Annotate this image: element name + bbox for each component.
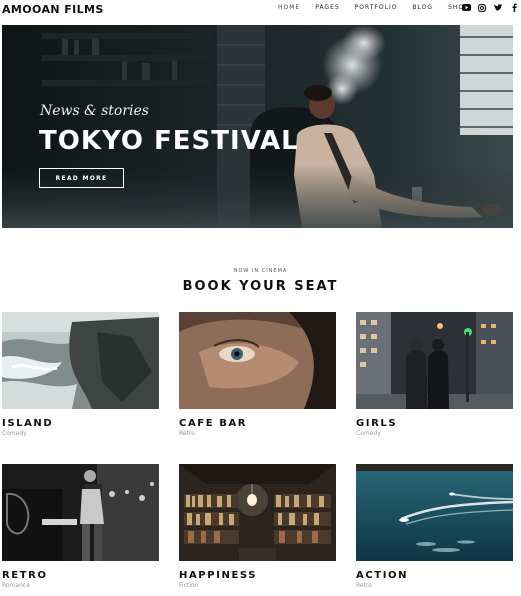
section-title: BOOK YOUR SEAT: [182, 279, 339, 294]
hero-title: TOKYO FESTIVAL: [39, 126, 299, 156]
read-more-button[interactable]: READ MORE: [39, 168, 124, 188]
movie-genre: Fiction: [179, 582, 199, 589]
movie-genre: Romance: [2, 582, 30, 589]
header: AMOOAN FILMS HOME PAGES PORTFOLIO BLOG S…: [0, 0, 521, 18]
movie-card-island[interactable]: ISLAND Comedy: [2, 312, 159, 437]
social-links: [461, 3, 521, 12]
movie-genre: Retro: [179, 430, 195, 437]
instagram-icon[interactable]: [477, 3, 487, 12]
twitter-icon[interactable]: [493, 3, 503, 12]
youtube-icon[interactable]: [461, 3, 471, 12]
movie-title[interactable]: ISLAND: [2, 418, 159, 429]
hero-subtitle: News & stories: [40, 103, 149, 119]
site-logo[interactable]: AMOOAN FILMS: [2, 3, 104, 16]
main-nav: HOME PAGES PORTFOLIO BLOG SHOP: [278, 4, 484, 11]
facebook-icon[interactable]: [509, 3, 519, 12]
movie-thumbnail[interactable]: [2, 312, 159, 409]
movie-title[interactable]: HAPPINESS: [179, 570, 336, 581]
movie-thumbnail[interactable]: [356, 312, 513, 409]
movie-title[interactable]: GIRLS: [356, 418, 513, 429]
movie-thumbnail[interactable]: [179, 464, 336, 561]
movie-thumbnail[interactable]: [356, 464, 513, 561]
hero-banner: News & stories TOKYO FESTIVAL READ MORE: [2, 25, 513, 228]
section-kicker: NOW IN CINEMA: [233, 268, 288, 274]
nav-portfolio[interactable]: PORTFOLIO: [355, 4, 398, 11]
movie-thumbnail[interactable]: [179, 312, 336, 409]
movie-thumbnail[interactable]: [2, 464, 159, 561]
movie-genre: Comedy: [2, 430, 27, 437]
nav-blog[interactable]: BLOG: [412, 4, 433, 11]
movie-card-girls[interactable]: GIRLS Comedy: [356, 312, 513, 437]
movie-title[interactable]: CAFE BAR: [179, 418, 336, 429]
nav-pages[interactable]: PAGES: [315, 4, 339, 11]
movie-card-action[interactable]: ACTION Retro: [356, 464, 513, 589]
movie-card-retro[interactable]: RETRO Romance: [2, 464, 159, 589]
movie-title[interactable]: ACTION: [356, 570, 513, 581]
movie-title[interactable]: RETRO: [2, 570, 159, 581]
movie-card-cafe-bar[interactable]: CAFE BAR Retro: [179, 312, 336, 437]
movie-genre: Comedy: [356, 430, 381, 437]
nav-home[interactable]: HOME: [278, 4, 300, 11]
movie-card-happiness[interactable]: HAPPINESS Fiction: [179, 464, 336, 589]
movie-genre: Retro: [356, 582, 372, 589]
